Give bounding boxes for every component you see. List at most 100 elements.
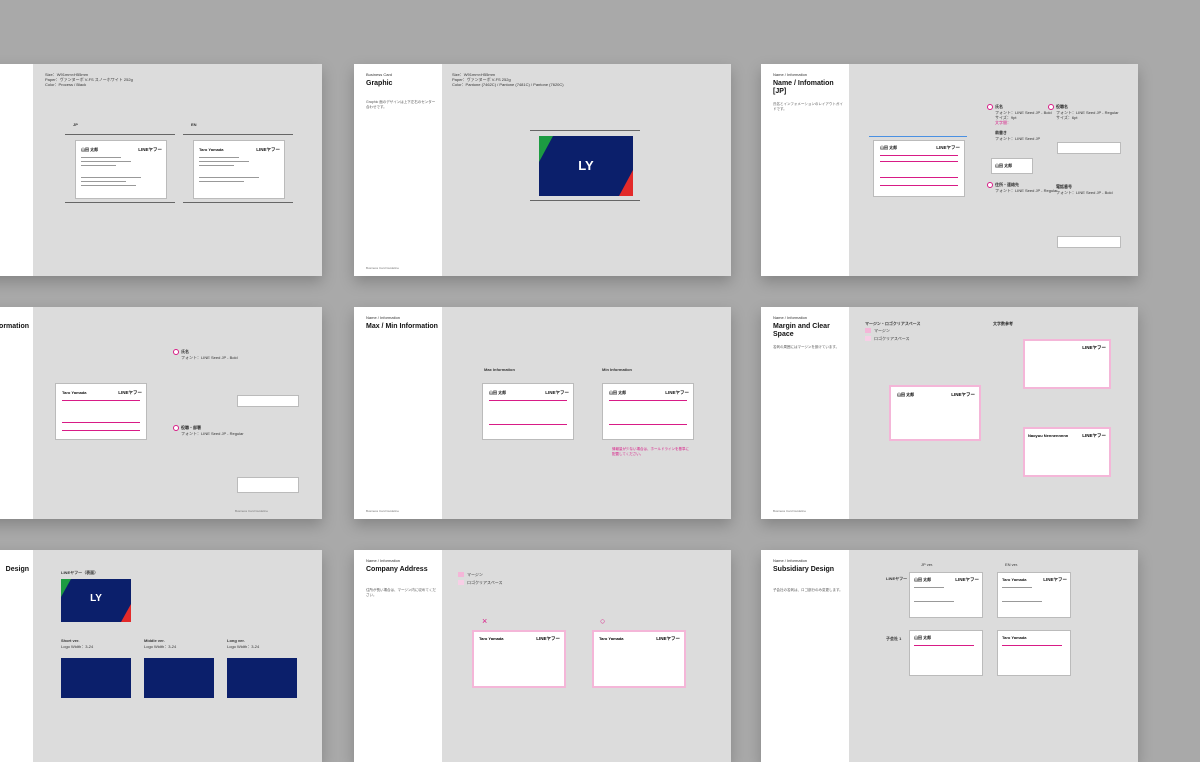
slide-body: 住所が長い場合は、マージン内に収めてください。 — [366, 588, 436, 597]
info-line — [199, 181, 244, 182]
legend-swatch — [865, 336, 871, 341]
ly-variant-card — [227, 658, 297, 698]
slide-title: Max / Min Information — [366, 323, 438, 330]
card-text-sample: LINEヤフー — [1023, 339, 1111, 389]
slide-footer: Business Card Guideline — [366, 509, 400, 513]
spec-line: フォント：LINE Seed JP - Regular — [995, 188, 1058, 193]
card-logo: LINEヤフー — [1043, 577, 1067, 582]
ly-logo: LY — [90, 593, 102, 604]
info-line — [81, 161, 131, 162]
guide-line — [880, 155, 958, 156]
slide-footer: Business Card Guideline — [235, 509, 269, 513]
bad-mark: × — [482, 616, 488, 626]
info-line — [914, 587, 944, 588]
measure-line — [869, 136, 967, 137]
card-logo: LINEヤフー — [545, 390, 569, 395]
slide-max-min-information[interactable]: Name / Information Max / Min Information… — [354, 307, 731, 519]
ly-variant-card — [144, 658, 214, 698]
card-name: 山田 太郎 — [897, 392, 915, 397]
marker-dot — [173, 425, 179, 431]
card-label: LINEヤフー（表面） — [61, 570, 99, 575]
spec-line: フォント：LINE Seed JP - Bold — [181, 355, 238, 360]
card-name: Taro Yamada — [1002, 635, 1027, 640]
slide-left-panel — [354, 550, 442, 762]
slide-title: Design — [5, 566, 29, 573]
sample-box — [1057, 236, 1121, 248]
variant-sub: Logo Width：3-24 — [144, 644, 177, 649]
slide-graphic[interactable]: Business Card Graphic Graphic 面のデザインは上下左… — [354, 64, 731, 276]
card-logo: LINEヤフー — [936, 145, 960, 150]
spec-line: サイズ：6pt — [1056, 115, 1078, 120]
card-logo: LINEヤフー — [656, 636, 680, 641]
info-line — [199, 177, 259, 178]
card-address-good: Taro Yamada LINEヤフー — [592, 630, 686, 688]
slide-title: Subsidiary Design — [773, 566, 835, 573]
slide-title: Graphic — [366, 80, 393, 87]
variant-label: Short ver. — [61, 638, 80, 643]
label-min: Min Information — [602, 367, 632, 372]
ly-variant-card — [61, 658, 131, 698]
crop-line — [183, 134, 293, 135]
card-name: Taro Yamada — [599, 636, 624, 641]
info-line — [81, 185, 136, 186]
sample-box — [237, 395, 299, 407]
slide-print-spec[interactable]: Size：W91mm×H55mm Paper：ヴァンヌーボ V-FS スノーホワ… — [0, 64, 322, 276]
card-name: Naoyuu Nennennnnn — [1028, 433, 1069, 438]
card-name: Taro Yamada — [199, 147, 224, 152]
info-line — [914, 601, 954, 602]
note-text: 情報量が少ない場合は、ホールドラインを基準に配置してください。 — [612, 447, 689, 456]
slide-left-panel — [354, 64, 442, 276]
info-line — [1002, 601, 1042, 602]
slide-margin-clear-space[interactable]: Name / Information Margin and Clear Spac… — [761, 307, 1138, 519]
legend-label: ロゴクリアスペース — [874, 336, 910, 341]
good-mark: ○ — [600, 616, 606, 626]
legend-swatch — [458, 580, 464, 585]
slide-title: Name / Infomation [JP] — [773, 80, 834, 95]
legend-title: マージン・ロゴクリアスペース — [865, 321, 921, 326]
marker-dot — [173, 349, 179, 355]
marker-dot — [1048, 104, 1054, 110]
slide-name-information-en[interactable]: Information Taro Yamada LINEヤフー 氏名 フォント：… — [0, 307, 322, 519]
slide-title: Margin and Clear Space — [773, 323, 830, 338]
slide-company-address[interactable]: Name / Information Company Address 住所が長い… — [354, 550, 731, 762]
slide-kicker: Name / Information — [773, 558, 808, 563]
variant-sub: Logo Width：3-24 — [227, 644, 260, 649]
card-name: 山田 太郎 — [880, 145, 898, 150]
card-logo: LINEヤフー — [256, 147, 280, 152]
card-margin: 山田 太郎 LINEヤフー — [889, 385, 981, 441]
guide-line — [62, 400, 140, 401]
variant-sub: Logo Width：3-24 — [61, 644, 94, 649]
card-name: Taro Yamada — [1002, 577, 1027, 582]
card-logo: LINEヤフー — [1082, 345, 1106, 350]
card-name: Taro Yamada — [479, 636, 504, 641]
col-en: EN ver. — [1005, 562, 1019, 567]
ly-logo: LY — [578, 158, 594, 173]
slide-kicker: Name / Information — [366, 558, 401, 563]
red-corner — [121, 604, 131, 622]
guide-line — [880, 177, 958, 178]
info-line — [81, 177, 141, 178]
card-logo: LINEヤフー — [951, 392, 975, 397]
marker-dot — [987, 104, 993, 110]
card-name: 山田 太郎 — [914, 635, 932, 640]
sample-box — [237, 477, 299, 493]
slide-kicker: Name / Information — [773, 315, 808, 320]
info-line — [199, 157, 239, 158]
guide-line — [880, 185, 958, 186]
slide-name-information-jp[interactable]: Name / Information Name / Infomation [JP… — [761, 64, 1138, 276]
slide-body: 名刺の周囲にはマージンを設けています。 — [773, 345, 840, 349]
crop-line — [530, 200, 640, 201]
spec-line: フォント：LINE Seed JP — [995, 136, 1041, 141]
guide-line — [609, 400, 687, 401]
card-logo: LINEヤフー — [1082, 433, 1106, 438]
crop-line — [65, 202, 175, 203]
slide-subsidiary-design[interactable]: Name / Information Subsidiary Design 子会社… — [761, 550, 1138, 762]
legend-label: ロゴクリアスペース — [467, 580, 503, 585]
variant-label: Long ver. — [227, 638, 245, 643]
slide-logo-design[interactable]: Design LINEヤフー（表面） LY Short ver. Logo Wi… — [0, 550, 322, 762]
col-jp: JP ver. — [921, 562, 934, 567]
info-line — [81, 165, 116, 166]
row-label: LINEヤフー — [886, 576, 908, 581]
label-jp: JP — [73, 122, 78, 127]
ly-logo-card: LY — [61, 579, 131, 622]
